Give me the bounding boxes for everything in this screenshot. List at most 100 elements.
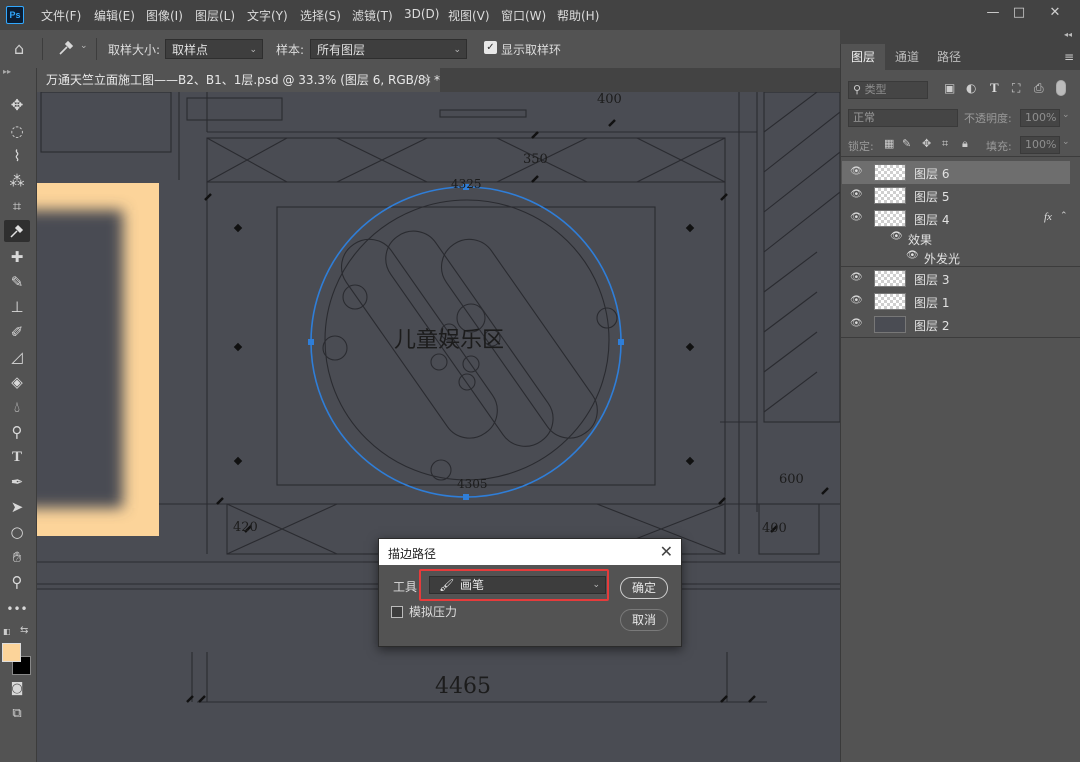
eyedropper-tool-preset-icon[interactable] xyxy=(56,38,76,58)
simulate-pressure-checkbox[interactable] xyxy=(391,606,403,618)
lasso-tool-icon[interactable]: ⌇ xyxy=(4,145,30,167)
layer-thumbnail xyxy=(874,293,906,310)
layer-row-4[interactable]: 👁︎ 图层 4 fx ⌃ xyxy=(842,207,1070,230)
filter-shape-icon[interactable]: ⛶ xyxy=(1012,81,1020,96)
panel-header-strip: ◂◂ xyxy=(840,30,1080,44)
healing-brush-tool-icon[interactable]: ✚ xyxy=(4,246,30,268)
lock-all-icon[interactable]: 🔒︎ xyxy=(962,137,968,151)
layer-filter-select[interactable]: ⚲ 类型 xyxy=(848,81,928,99)
visibility-eye-icon[interactable]: 👁︎ xyxy=(850,272,863,283)
layer-effects-row[interactable]: 👁︎ 效果 xyxy=(842,228,1070,248)
lock-image-icon[interactable]: ✎ xyxy=(902,137,911,150)
outer-glow-effect-row[interactable]: 👁︎ 外发光 xyxy=(842,247,1070,267)
chevron-down-icon[interactable]: ⌄ xyxy=(1062,110,1070,120)
fx-icon[interactable]: fx xyxy=(1044,211,1052,223)
eyedropper-tool-icon[interactable] xyxy=(4,220,30,242)
menu-filter[interactable]: 滤镜(T) xyxy=(352,7,393,24)
type-tool-icon[interactable]: T xyxy=(4,446,30,468)
sample-select[interactable]: 所有图层 ⌄ xyxy=(310,39,467,59)
tab-layers[interactable]: 图层 xyxy=(841,44,886,70)
lock-artboard-icon[interactable]: ⌗ xyxy=(942,137,948,151)
document-tab[interactable]: 万通天竺立面施工图——B2、B1、1层.psd @ 33.3% (图层 6, R… xyxy=(36,68,440,92)
layer-row-5[interactable]: 👁︎ 图层 5 xyxy=(842,184,1070,207)
menu-select[interactable]: 选择(S) xyxy=(300,7,341,24)
close-window-button[interactable]: ✕ xyxy=(1042,4,1068,22)
menu-file[interactable]: 文件(F) xyxy=(41,7,81,24)
eraser-tool-icon[interactable]: ◿ xyxy=(4,346,30,368)
menu-3d[interactable]: 3D(D) xyxy=(404,7,439,21)
magic-wand-tool-icon[interactable]: ⁂ xyxy=(4,170,30,192)
default-colors-icon[interactable]: ◧ xyxy=(3,627,11,636)
outer-glow-label: 外发光 xyxy=(924,252,961,266)
lock-label: 锁定: xyxy=(848,140,874,153)
sample-size-select[interactable]: 取样点 ⌄ xyxy=(165,39,263,59)
visibility-eye-icon[interactable]: 👁︎ xyxy=(850,318,863,329)
maximize-button[interactable]: □ xyxy=(1006,4,1032,22)
blur-tool-icon[interactable]: 💧︎ xyxy=(4,396,30,418)
quick-mask-icon[interactable]: ◙ xyxy=(4,678,30,700)
visibility-eye-icon[interactable]: 👁︎ xyxy=(850,295,863,306)
lock-position-icon[interactable]: ✥ xyxy=(922,137,931,150)
collapse-arrows-icon[interactable]: ▸▸ xyxy=(3,67,11,76)
cancel-button[interactable]: 取消 xyxy=(620,609,668,631)
tab-paths[interactable]: 路径 xyxy=(927,44,971,70)
show-ring-checkbox[interactable]: ✓ xyxy=(484,41,497,54)
clone-stamp-tool-icon[interactable]: ⊥ xyxy=(4,296,30,318)
chevron-down-icon[interactable]: ⌄ xyxy=(80,41,88,51)
history-brush-tool-icon[interactable]: ✐ xyxy=(4,321,30,343)
swap-colors-icon[interactable]: ⇆ xyxy=(20,625,28,636)
move-tool-icon[interactable]: ✥ xyxy=(4,94,30,116)
menu-type[interactable]: 文字(Y) xyxy=(247,7,288,24)
filter-toggle-icon[interactable] xyxy=(1056,80,1066,96)
ellipse-tool-icon[interactable]: ○ xyxy=(4,521,30,543)
canvas[interactable]: 儿童娱乐区 4465 4305 4325 400 350 600 420 400 xyxy=(37,92,840,762)
filter-adjustment-icon[interactable]: ◐ xyxy=(966,81,976,95)
visibility-eye-icon[interactable]: 👁︎ xyxy=(850,166,863,177)
visibility-eye-icon[interactable]: 👁︎ xyxy=(850,189,863,200)
chevron-up-icon[interactable]: ⌃ xyxy=(1060,211,1068,221)
more-tools-icon[interactable]: ••• xyxy=(4,598,30,620)
collapse-panel-icon[interactable]: ◂◂ xyxy=(1064,30,1072,39)
dimension-label: 400 xyxy=(762,521,787,536)
tab-channels[interactable]: 通道 xyxy=(885,44,929,70)
marquee-tool-icon[interactable]: ◌ xyxy=(4,120,30,142)
menu-view[interactable]: 视图(V) xyxy=(448,7,490,24)
dodge-tool-icon[interactable]: ⚲ xyxy=(4,421,30,443)
screen-mode-icon[interactable]: ⧉ xyxy=(4,703,30,725)
path-selection-tool-icon[interactable]: ➤ xyxy=(4,496,30,518)
menu-help[interactable]: 帮助(H) xyxy=(557,7,599,24)
fill-field[interactable]: 100% xyxy=(1020,136,1060,154)
visibility-eye-icon[interactable]: 👁︎ xyxy=(890,231,903,242)
paint-bucket-tool-icon[interactable]: ◈ xyxy=(4,371,30,393)
panel-menu-icon[interactable]: ≡ xyxy=(1064,50,1074,64)
layer-thumbnail xyxy=(874,270,906,287)
zoom-tool-icon[interactable]: ⚲ xyxy=(4,571,30,593)
brush-tool-icon[interactable]: ✎ xyxy=(4,271,30,293)
menu-layer[interactable]: 图层(L) xyxy=(195,7,235,24)
menu-edit[interactable]: 编辑(E) xyxy=(94,7,135,24)
crop-tool-icon[interactable]: ⌗ xyxy=(4,195,30,217)
hand-tool-icon[interactable]: ✋︎ xyxy=(4,546,30,568)
filter-type-icon[interactable]: T xyxy=(990,80,999,96)
close-tab-icon[interactable]: × xyxy=(423,68,432,92)
filter-pixel-icon[interactable]: ▣ xyxy=(944,81,955,95)
blend-mode-select[interactable]: 正常 xyxy=(848,109,958,127)
ok-button[interactable]: 确定 xyxy=(620,577,668,599)
layer-row-3[interactable]: 👁︎ 图层 3 xyxy=(842,267,1070,290)
filter-smart-object-icon[interactable]: ⎙ xyxy=(1034,81,1044,96)
visibility-eye-icon[interactable]: 👁︎ xyxy=(906,250,919,261)
home-icon[interactable]: ⌂ xyxy=(14,39,24,58)
menu-window[interactable]: 窗口(W) xyxy=(501,7,546,24)
layer-row-2[interactable]: 👁︎ 图层 2 xyxy=(842,313,1070,336)
layer-row-1[interactable]: 👁︎ 图层 1 xyxy=(842,290,1070,313)
menu-image[interactable]: 图像(I) xyxy=(146,7,183,24)
opacity-field[interactable]: 100% xyxy=(1020,109,1060,127)
minimize-button[interactable]: — xyxy=(980,4,1006,22)
visibility-eye-icon[interactable]: 👁︎ xyxy=(850,212,863,223)
pen-tool-icon[interactable]: ✒ xyxy=(4,471,30,493)
lock-transparent-icon[interactable]: ▦ xyxy=(884,137,894,150)
chevron-down-icon[interactable]: ⌄ xyxy=(1062,137,1070,147)
close-icon[interactable]: ✕ xyxy=(660,542,673,561)
foreground-color-swatch[interactable] xyxy=(2,643,21,662)
layer-row-6[interactable]: 👁︎ 图层 6 xyxy=(842,161,1070,184)
